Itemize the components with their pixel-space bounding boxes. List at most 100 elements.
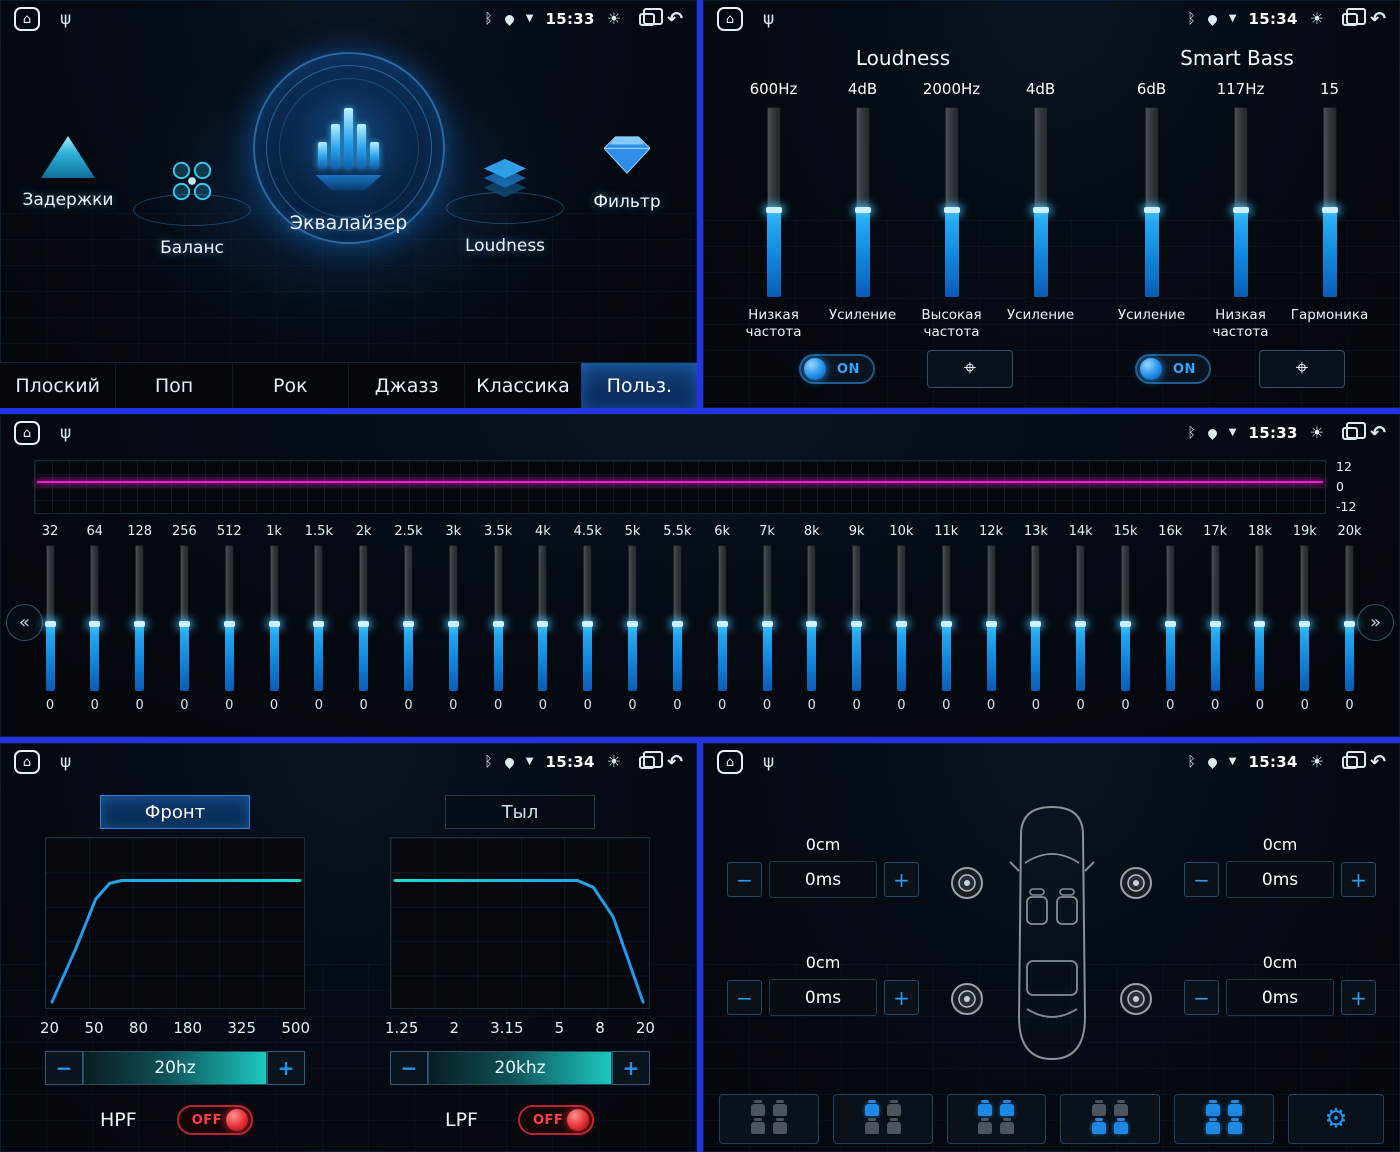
filter-tab[interactable]: Тыл [445,795,595,829]
hpf-plus-button[interactable]: + [267,1051,305,1085]
recent-apps-icon[interactable] [639,7,664,26]
delay-plus-button[interactable]: + [1341,862,1376,897]
tone-slider[interactable]: 2000Hz Высокая частота [907,80,996,341]
recent-apps-icon[interactable] [1342,421,1367,440]
delay-minus-button[interactable]: − [1184,980,1219,1015]
back-icon[interactable]: ↶ [1370,752,1386,772]
tone-slider[interactable]: 15 Гармоника [1285,80,1374,341]
seat-preset-button[interactable] [946,1094,1047,1144]
back-icon[interactable]: ↶ [667,9,683,29]
toggle-knob [1140,358,1162,380]
eq-band[interactable]: 6k 0 [702,524,742,713]
eq-band[interactable]: 12k 0 [971,524,1011,713]
tone-sliders: 600Hz Низкая частота 4dB Усиление 2000Hz… [729,80,1374,341]
eq-band[interactable]: 14k 0 [1061,524,1101,713]
tone-slider[interactable]: 4dB Усиление [818,80,907,341]
eq-band[interactable]: 4k 0 [523,524,563,713]
brightness-icon[interactable]: ☀ [607,11,621,27]
seat-preset-button[interactable] [832,1094,933,1144]
seat-preset-button[interactable] [719,1094,819,1144]
hpf-toggle[interactable]: OFF [176,1105,253,1135]
eq-prev-button[interactable]: « [6,604,43,641]
preset-tab[interactable]: Поп [115,363,231,408]
eq-band[interactable]: 2.5k 0 [389,524,429,713]
eq-band[interactable]: 1.5k 0 [299,524,339,713]
tone-slider[interactable]: 6dB Усиление [1107,80,1196,341]
lpf-toggle[interactable]: OFF [517,1105,594,1135]
brightness-icon[interactable]: ☀ [1310,754,1324,770]
eq-band[interactable]: 10k 0 [881,524,921,713]
eq-band[interactable]: 3.5k 0 [478,524,518,713]
recent-apps-icon[interactable] [1342,7,1367,26]
back-icon[interactable]: ↶ [1370,9,1386,29]
toggle-label: OFF [532,1112,564,1128]
loudness-reset-button[interactable]: ⌖ [927,350,1013,388]
preset-tab[interactable]: Рок [231,363,348,408]
delay-value: 0ms [769,861,877,898]
eq-band[interactable]: 16k 0 [1150,524,1190,713]
preset-tab[interactable]: Плоский [0,363,115,408]
eq-band[interactable]: 8k 0 [792,524,832,713]
eq-band[interactable]: 3k 0 [433,524,473,713]
eq-band[interactable]: 9k 0 [837,524,877,713]
eq-band[interactable]: 512 0 [209,524,249,713]
back-icon[interactable]: ↶ [667,752,683,772]
recent-apps-icon[interactable] [639,750,664,769]
hpf-freq-value[interactable]: 20hz [83,1051,267,1085]
brightness-icon[interactable]: ☀ [1310,425,1324,441]
eq-band[interactable]: 7k 0 [747,524,787,713]
delay-plus-button[interactable]: + [884,862,919,897]
eq-band[interactable]: 19k 0 [1285,524,1325,713]
delay-minus-button[interactable]: − [727,862,762,897]
home-icon[interactable]: ⌂ [717,7,743,31]
eq-band[interactable]: 128 0 [120,524,160,713]
eq-band[interactable]: 18k 0 [1240,524,1280,713]
delay-plus-button[interactable]: + [1341,980,1376,1015]
brightness-icon[interactable]: ☀ [607,754,621,770]
home-icon[interactable]: ⌂ [14,750,40,774]
menu-item-loudness[interactable]: Loudness [443,158,567,256]
eq-band[interactable]: 256 0 [164,524,204,713]
eq-band[interactable]: 5k 0 [613,524,653,713]
lpf-minus-button[interactable]: − [390,1051,428,1085]
eq-next-button[interactable]: » [1357,604,1394,641]
eq-band[interactable]: 2k 0 [344,524,384,713]
brightness-icon[interactable]: ☀ [1310,11,1324,27]
filter-tab[interactable]: Фронт [100,795,250,829]
lpf-plus-button[interactable]: + [612,1051,650,1085]
delay-plus-button[interactable]: + [884,980,919,1015]
delay-minus-button[interactable]: − [1184,862,1219,897]
seat-preset-button[interactable] [1060,1094,1161,1144]
eq-band[interactable]: 17k 0 [1195,524,1235,713]
eq-band[interactable]: 4.5k 0 [568,524,608,713]
eq-band[interactable]: 11k 0 [926,524,966,713]
seat-preset-button[interactable] [1174,1094,1274,1144]
preset-tab[interactable]: Классика [464,363,580,408]
home-icon[interactable]: ⌂ [14,7,40,31]
home-icon[interactable]: ⌂ [14,421,40,445]
eq-band[interactable]: 1k 0 [254,524,294,713]
tone-slider[interactable]: 600Hz Низкая частота [729,80,818,341]
preset-tab[interactable]: Джазз [347,363,464,408]
axis-zero: 0 [1336,478,1344,494]
preset-tab[interactable]: Польз. [580,363,697,408]
back-icon[interactable]: ↶ [1370,423,1386,443]
home-icon[interactable]: ⌂ [717,750,743,774]
eq-band[interactable]: 13k 0 [1016,524,1056,713]
eq-band[interactable]: 5.5k 0 [657,524,697,713]
delay-minus-button[interactable]: − [727,980,762,1015]
eq-band[interactable]: 15k 0 [1106,524,1146,713]
lpf-freq-value[interactable]: 20khz [428,1051,612,1085]
menu-item-equalizer[interactable]: Эквалайзер [234,52,464,244]
menu-item-delays[interactable]: Задержки [12,136,124,210]
menu-item-filter[interactable]: Фильтр [571,134,683,212]
loudness-toggle[interactable]: ON [799,354,875,384]
eq-band[interactable]: 64 0 [75,524,115,713]
smartbass-reset-button[interactable]: ⌖ [1259,350,1345,388]
smartbass-toggle[interactable]: ON [1135,354,1211,384]
delay-settings-button[interactable]: ⚙ [1288,1094,1384,1144]
tone-slider[interactable]: 117Hz Низкая частота [1196,80,1285,341]
recent-apps-icon[interactable] [1342,750,1367,769]
hpf-minus-button[interactable]: − [45,1051,83,1085]
tone-slider[interactable]: 4dB Усиление [996,80,1085,341]
